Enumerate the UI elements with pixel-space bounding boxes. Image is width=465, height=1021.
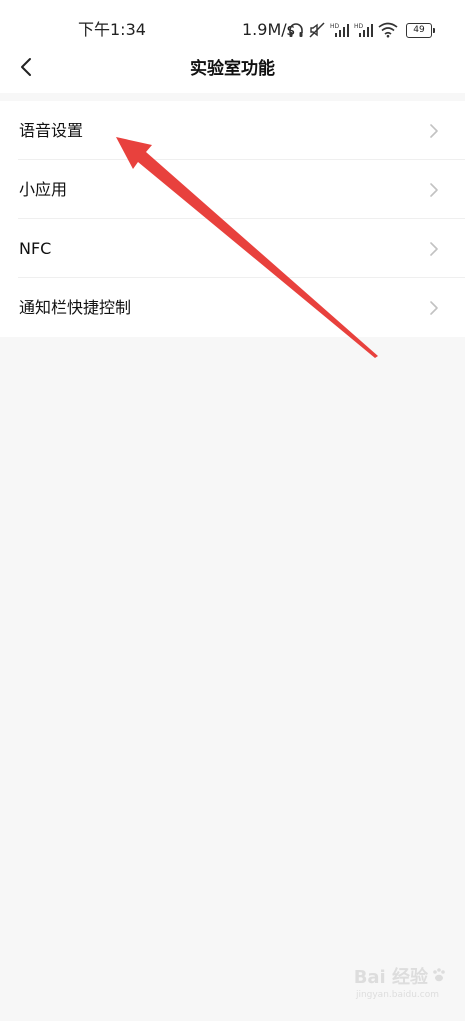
hd-signal-icon: HD — [330, 22, 350, 38]
wifi-icon — [378, 22, 398, 38]
battery-indicator: 49 — [406, 22, 435, 38]
watermark-url: jingyan.baidu.com — [355, 990, 439, 1000]
chevron-right-icon — [430, 242, 438, 256]
chevron-right-icon — [430, 183, 438, 197]
page-title: 实验室功能 — [190, 59, 275, 79]
paw-icon — [431, 967, 447, 989]
mute-icon — [308, 22, 326, 38]
menu-item-notification-shortcuts[interactable]: 通知栏快捷控制 — [0, 278, 465, 337]
status-time: 下午1:34 — [78, 20, 146, 39]
headphones-icon — [288, 22, 304, 38]
baidu-jingyan-watermark: Bai 经验 jingyan.baidu.com — [347, 967, 447, 1005]
hd-signal-icon: HD — [354, 22, 374, 38]
menu-item-label: 通知栏快捷控制 — [19, 297, 132, 317]
menu-item-label: NFC — [19, 238, 52, 258]
menu-item-mini-apps[interactable]: 小应用 — [0, 160, 465, 219]
svg-text:HD: HD — [354, 23, 364, 30]
chevron-right-icon — [430, 124, 438, 138]
status-icons: HD HD 49 — [288, 21, 435, 39]
menu-item-label: 语音设置 — [19, 120, 84, 140]
menu-item-nfc[interactable]: NFC — [0, 219, 465, 278]
svg-text:HD: HD — [330, 23, 340, 30]
menu-item-voice-settings[interactable]: 语音设置 — [0, 101, 465, 160]
watermark-logo: Bai 经验 — [347, 967, 447, 989]
nav-bar: 实验室功能 — [0, 45, 465, 93]
chevron-right-icon — [430, 301, 438, 315]
menu-item-label: 小应用 — [19, 179, 68, 199]
watermark-text: Bai 经验 — [353, 967, 428, 988]
settings-list: 语音设置 小应用 NFC 通知栏快捷控制 — [0, 101, 465, 337]
